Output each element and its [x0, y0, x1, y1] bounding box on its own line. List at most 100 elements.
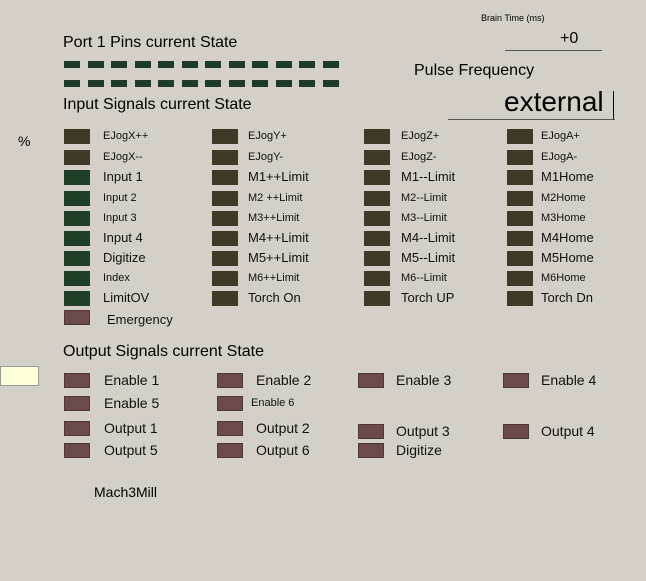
output-led	[217, 443, 243, 458]
input-signal-label: Index	[103, 272, 130, 284]
output-signal-label: Enable 3	[396, 372, 452, 388]
output-led	[503, 424, 529, 439]
input-led	[212, 271, 238, 286]
input-led	[64, 191, 90, 206]
input-led	[64, 251, 90, 266]
output-signal-label: Output 6	[256, 442, 310, 458]
input-led	[64, 129, 90, 144]
input-signal-label: M3--Limit	[401, 212, 447, 224]
input-signal-label: M1--Limit	[401, 169, 456, 184]
output-led	[64, 443, 90, 458]
input-signal-label: EJogA+	[541, 130, 580, 142]
port-pin-led	[135, 61, 151, 68]
input-led	[507, 291, 533, 306]
output-signal-label: Output 5	[104, 442, 158, 458]
pulse-frequency-caret	[613, 91, 614, 119]
input-signal-label: Input 2	[103, 192, 137, 204]
output-signal-label: Enable 2	[256, 372, 312, 388]
input-signal-label: EJogA-	[541, 151, 578, 163]
input-signal-label: EJogZ+	[401, 130, 440, 142]
input-signal-label: M5--Limit	[401, 250, 456, 265]
output-led	[503, 373, 529, 388]
pulse-frequency-value: external	[504, 86, 604, 117]
input-signal-label: Torch UP	[401, 290, 455, 305]
port-pin-led	[205, 61, 221, 68]
port-pin-led	[276, 61, 292, 68]
yellow-edit-field[interactable]	[0, 366, 39, 386]
input-signal-label: M2 ++Limit	[248, 192, 303, 204]
input-led	[364, 150, 390, 165]
port-title: Port 1 Pins current State	[63, 34, 238, 51]
input-led	[364, 170, 390, 185]
port-pin-led	[276, 80, 292, 87]
port-pin-led	[229, 80, 245, 87]
output-led	[217, 373, 243, 388]
input-signal-label: M4--Limit	[401, 230, 456, 245]
input-signal-label: EJogY-	[248, 151, 284, 163]
brain-time-value: +0	[560, 30, 579, 47]
output-signal-label: Output 1	[104, 420, 158, 436]
input-signal-label: Input 4	[103, 230, 143, 245]
port-pin-led	[252, 80, 268, 87]
input-signal-label: Torch On	[248, 290, 301, 305]
profile-name: Mach3Mill	[94, 484, 158, 500]
input-signal-label: EJogY+	[248, 130, 287, 142]
port-pin-led	[299, 61, 315, 68]
input-led	[364, 129, 390, 144]
input-led	[212, 191, 238, 206]
input-signal-label: Digitize	[103, 250, 146, 265]
input-signal-label: M4++Limit	[248, 230, 309, 245]
input-led	[64, 291, 90, 306]
input-section-title: Input Signals current State	[63, 96, 252, 113]
input-led	[212, 291, 238, 306]
input-led	[212, 231, 238, 246]
port-pin-led	[64, 61, 80, 68]
port-pin-led	[88, 61, 104, 68]
input-led	[212, 150, 238, 165]
input-led	[64, 170, 90, 185]
output-signal-label: Enable 1	[104, 372, 160, 388]
input-led	[507, 271, 533, 286]
input-signal-label: M3Home	[541, 212, 586, 224]
input-led	[364, 271, 390, 286]
input-signal-label: Input 1	[103, 169, 143, 184]
input-signal-label: EJogX++	[103, 130, 149, 142]
port-pin-led	[64, 80, 80, 87]
input-signal-label: LimitOV	[103, 290, 150, 305]
output-led	[217, 421, 243, 436]
input-signal-label: M5Home	[541, 250, 594, 265]
port-pin-led	[252, 61, 268, 68]
output-signal-label: Enable 6	[251, 397, 295, 409]
output-led	[358, 373, 384, 388]
input-led	[507, 129, 533, 144]
port-pin-led	[158, 61, 174, 68]
brain-time-underline	[505, 50, 602, 51]
port-pin-led	[135, 80, 151, 87]
output-led	[64, 373, 90, 388]
input-signal-label: M2Home	[541, 192, 586, 204]
input-led	[64, 150, 90, 165]
input-led	[507, 170, 533, 185]
input-led	[507, 191, 533, 206]
input-signal-label: M4Home	[541, 230, 594, 245]
input-signal-label: M1Home	[541, 169, 594, 184]
port-pin-led	[182, 61, 198, 68]
output-signal-label: Output 2	[256, 420, 310, 436]
input-led	[212, 211, 238, 226]
input-led	[364, 211, 390, 226]
port-pin-led	[229, 61, 245, 68]
port-pin-led	[299, 80, 315, 87]
port-pin-led	[158, 80, 174, 87]
input-signal-label: M6++Limit	[248, 272, 300, 284]
input-led	[364, 231, 390, 246]
input-led	[507, 231, 533, 246]
port-pin-led	[88, 80, 104, 87]
port-pin-led	[205, 80, 221, 87]
input-led	[507, 150, 533, 165]
output-led	[64, 421, 90, 436]
input-signal-label: M2--Limit	[401, 192, 447, 204]
pulse-frequency-label: Pulse Frequency	[414, 62, 535, 79]
input-signal-label: EJogZ-	[401, 151, 437, 163]
input-led	[64, 231, 90, 246]
input-led	[64, 271, 90, 286]
